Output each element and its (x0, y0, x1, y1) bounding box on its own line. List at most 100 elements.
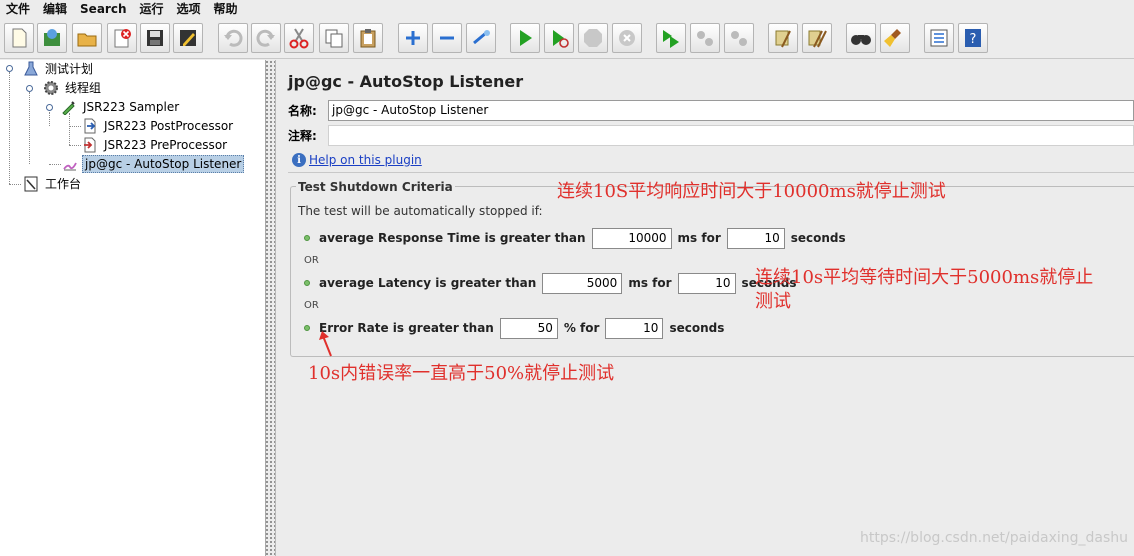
shutdown-button[interactable] (612, 23, 642, 53)
flask-icon (22, 60, 40, 77)
menu-file[interactable]: 文件 (0, 2, 37, 16)
remote-stop-icon (697, 31, 713, 46)
tree-node-sampler[interactable]: JSR223 Sampler (60, 98, 181, 115)
tree-node-test-plan[interactable]: 测试计划 (22, 60, 95, 77)
rt-threshold-input[interactable]: 10000 (591, 227, 672, 249)
menu-options[interactable]: 选项 (171, 2, 208, 16)
expand-toggle-icon[interactable] (25, 84, 34, 93)
tree-node-label: JSR223 PostProcessor (104, 118, 234, 133)
remote-stop-button[interactable] (690, 23, 720, 53)
or-separator: OR (304, 255, 319, 266)
clear-all-button[interactable] (802, 23, 832, 53)
tree-node-label: jp@gc - AutoStop Listener (82, 154, 245, 173)
error-period-input[interactable]: 10 (605, 317, 664, 339)
paste-button[interactable] (353, 23, 383, 53)
svg-text:?: ? (970, 32, 977, 47)
criteria-description: The test will be automatically stopped i… (298, 204, 543, 218)
collapse-icon (440, 36, 454, 40)
tree-connector (9, 72, 10, 184)
menu-edit[interactable]: 编辑 (37, 2, 74, 16)
function-helper-icon (930, 29, 948, 47)
tree-node-post-processor[interactable]: JSR223 PostProcessor (81, 117, 235, 134)
rt-period-input[interactable]: 10 (726, 227, 785, 249)
start-no-pauses-button[interactable] (544, 23, 574, 53)
tree-node-pre-processor[interactable]: JSR223 PreProcessor (81, 136, 229, 153)
function-helper-button[interactable] (924, 23, 954, 53)
start-button[interactable] (510, 23, 540, 53)
toggle-icon (473, 30, 490, 45)
test-plan-tree: 测试计划 线程组 JSR223 Sampler JSR223 PostProce… (0, 60, 266, 556)
rt-unit: ms for (677, 231, 721, 245)
annotation-latency-line: 连续10s平均等待时间大于5000ms就停止 (755, 267, 1094, 288)
tree-node-autostop-listener[interactable]: jp@gc - AutoStop Listener (61, 154, 245, 173)
remote-shutdown-button[interactable] (724, 23, 754, 53)
save-icon (147, 30, 163, 46)
comment-row: 注释: (288, 124, 1134, 146)
clear-button[interactable] (768, 23, 798, 53)
menu-help[interactable]: 帮助 (208, 2, 245, 16)
tree-connector (9, 184, 21, 185)
help-button[interactable]: ? (958, 23, 988, 53)
toggle-button[interactable] (466, 23, 496, 53)
latency-threshold-input[interactable]: 5000 (542, 272, 623, 294)
bullet-icon (304, 280, 310, 286)
error-threshold-input[interactable]: 50 (499, 317, 558, 339)
expand-toggle-icon[interactable] (5, 64, 14, 73)
menu-run[interactable]: 运行 (133, 2, 170, 16)
remote-shutdown-icon (731, 31, 747, 46)
copy-icon (325, 29, 343, 48)
tree-connector (49, 164, 61, 165)
menu-search[interactable]: Search (74, 2, 133, 16)
menu-bar: 文件 编辑 Search 运行 选项 帮助 (0, 0, 1134, 17)
search-button[interactable] (846, 23, 876, 53)
help-link-row: i Help on this plugin (292, 153, 422, 167)
listener-icon (61, 155, 79, 172)
error-suffix: seconds (669, 321, 725, 335)
or-separator: OR (304, 300, 319, 311)
templates-button[interactable] (37, 23, 67, 53)
tree-connector (69, 145, 81, 146)
tree-node-workbench[interactable]: 工作台 (22, 175, 83, 192)
paste-icon (360, 29, 376, 48)
collapse-button[interactable] (432, 23, 462, 53)
save-button[interactable] (140, 23, 170, 53)
undo-icon (224, 29, 243, 47)
undo-button[interactable] (218, 23, 248, 53)
shutdown-criteria-legend: Test Shutdown Criteria (296, 180, 455, 194)
post-processor-icon (81, 117, 99, 134)
tree-node-thread-group[interactable]: 线程组 (42, 79, 103, 96)
tree-connector (69, 126, 81, 127)
redo-icon (256, 29, 275, 47)
reset-search-button[interactable] (880, 23, 910, 53)
latency-period-input[interactable]: 10 (677, 272, 736, 294)
comment-input[interactable] (328, 124, 1134, 146)
help-on-plugin-link[interactable]: Help on this plugin (309, 153, 422, 167)
save-as-button[interactable] (173, 23, 203, 53)
tree-node-label: 线程组 (65, 80, 102, 95)
close-button[interactable] (107, 23, 137, 53)
pre-processor-icon (81, 136, 99, 153)
error-unit: % for (563, 321, 600, 335)
stop-icon (584, 29, 602, 47)
name-input[interactable]: jp@gc - AutoStop Listener (328, 99, 1134, 121)
watermark: https://blog.csdn.net/paidaxing_dashu (860, 530, 1129, 546)
tree-node-label: JSR223 PreProcessor (104, 137, 228, 152)
remote-start-button[interactable] (656, 23, 686, 53)
redo-button[interactable] (251, 23, 281, 53)
stop-button[interactable] (578, 23, 608, 53)
bullet-icon (304, 325, 310, 331)
tree-node-label: 测试计划 (45, 61, 94, 76)
response-time-criterion: average Response Time is greater than 10… (304, 227, 846, 249)
workbench-icon (22, 175, 40, 192)
copy-button[interactable] (319, 23, 349, 53)
new-button[interactable] (4, 23, 34, 53)
error-label: Error Rate is greater than (319, 321, 494, 335)
annotation-latency: 连续10s平均等待时间大于5000ms就停止 测试 (755, 266, 1093, 314)
expand-toggle-icon[interactable] (45, 103, 54, 112)
panel-splitter[interactable] (266, 60, 276, 556)
open-button[interactable] (72, 23, 102, 53)
expand-button[interactable] (398, 23, 428, 53)
cut-button[interactable] (284, 23, 314, 53)
latency-label: average Latency is greater than (319, 276, 537, 290)
info-icon: i (292, 153, 306, 167)
